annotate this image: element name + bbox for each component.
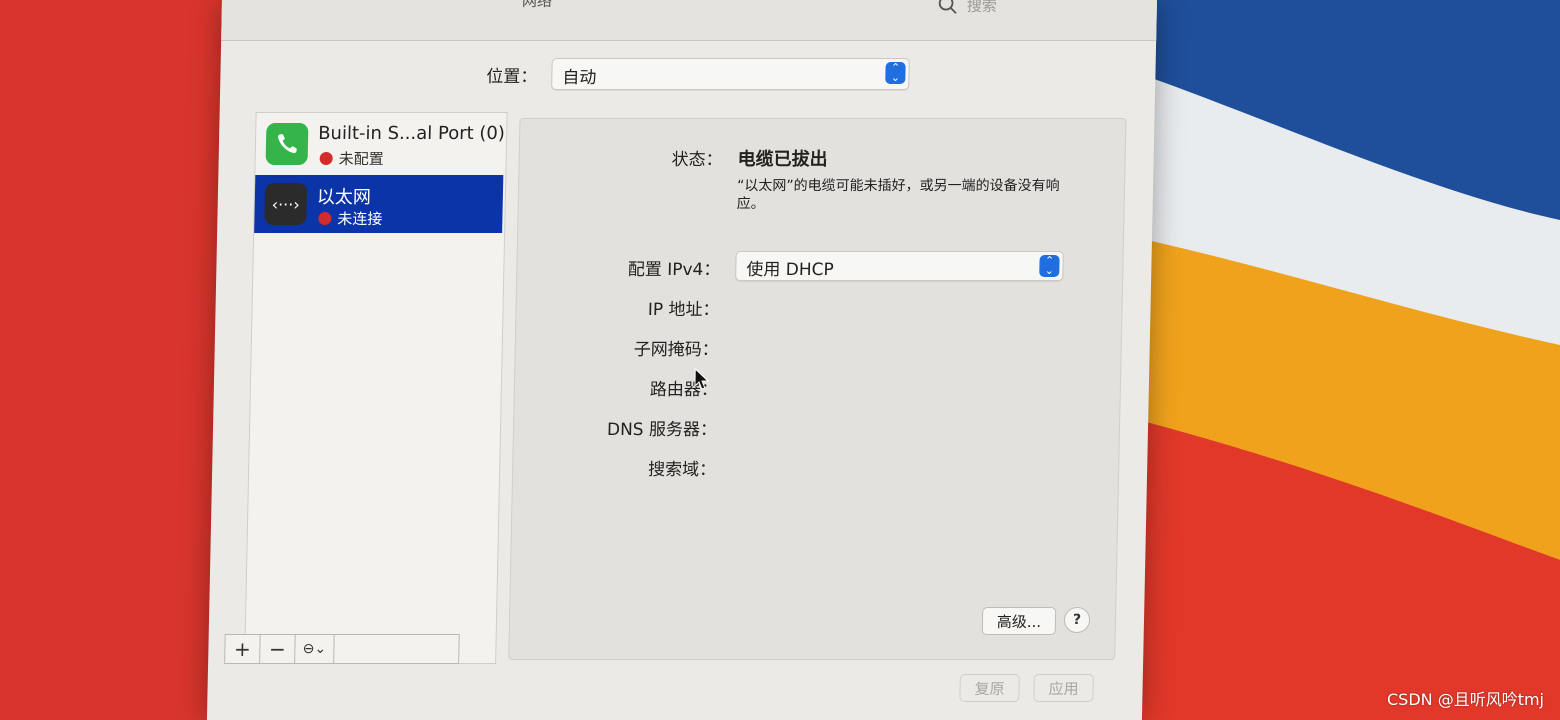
help-button[interactable]: ? xyxy=(1063,607,1091,633)
action-menu-button[interactable]: ⊖⌄ xyxy=(295,635,335,663)
service-item-serial-port[interactable]: Built-in S...al Port (0) 未配置 xyxy=(255,115,506,173)
service-item-ethernet[interactable]: ‹···› 以太网 未连接 xyxy=(254,175,504,233)
location-label: 位置： xyxy=(486,66,538,87)
service-name: 以太网 xyxy=(316,187,372,208)
location-value: 自动 xyxy=(562,68,597,88)
ethernet-icon: ‹···› xyxy=(264,183,308,225)
search-field[interactable]: 搜索 xyxy=(937,0,997,16)
ipv4-label: 配置 IPv4： xyxy=(627,260,721,280)
chevron-updown-icon: ⌃ ⌄ xyxy=(885,61,906,84)
service-name: Built-in S...al Port (0) xyxy=(317,123,506,144)
watermark-text: CSDN @且听风吟tmj xyxy=(1386,690,1544,709)
apply-button[interactable]: 应用 xyxy=(1033,674,1094,702)
service-status: 未连接 xyxy=(318,208,383,229)
status-label: 状态： xyxy=(671,150,723,170)
phone-icon xyxy=(265,123,309,165)
service-list-toolbar: + − ⊖⌄ xyxy=(224,634,460,664)
status-description: “以太网”的电缆可能未插好，或另一端的设备没有响应。 xyxy=(736,178,1060,212)
title-bar: 网络 搜索 xyxy=(221,0,1157,41)
subnet-mask-label: 子网掩码： xyxy=(633,340,719,360)
search-domain-label: 搜索域： xyxy=(647,460,717,480)
ipv4-config-value: 使用 DHCP xyxy=(746,260,834,280)
search-icon xyxy=(938,0,957,14)
add-service-button[interactable]: + xyxy=(225,635,261,663)
search-placeholder: 搜索 xyxy=(966,0,998,15)
remove-service-button[interactable]: − xyxy=(260,635,296,663)
service-status: 未配置 xyxy=(319,148,384,169)
service-list: Built-in S...al Port (0) 未配置 ‹···› 以太网 未… xyxy=(244,112,508,664)
status-dot-icon xyxy=(318,212,332,225)
detail-panel: 状态： 电缆已拔出 “以太网”的电缆可能未插好，或另一端的设备没有响应。 配置 … xyxy=(508,118,1127,660)
service-status-text: 未连接 xyxy=(337,210,383,228)
ipv4-config-select[interactable]: 使用 DHCP ⌃ ⌄ xyxy=(735,251,1064,281)
chevron-updown-icon: ⌃ ⌄ xyxy=(1039,254,1060,277)
dns-server-label: DNS 服务器： xyxy=(606,420,718,440)
location-row: 位置： 自动 ⌃ ⌄ xyxy=(486,58,910,90)
status-dot-icon xyxy=(319,152,333,165)
ip-address-label: IP 地址： xyxy=(647,300,720,320)
location-select[interactable]: 自动 ⌃ ⌄ xyxy=(551,58,910,90)
status-value: 电缆已拔出 xyxy=(737,149,828,170)
service-status-text: 未配置 xyxy=(338,150,384,168)
advanced-button[interactable]: 高级... xyxy=(981,607,1057,635)
revert-button[interactable]: 复原 xyxy=(959,674,1020,702)
window-title: 网络 xyxy=(521,0,553,10)
network-preferences-window: 网络 搜索 位置： 自动 ⌃ ⌄ Built-in S...al Port (0)… xyxy=(206,0,1157,720)
mouse-pointer-icon xyxy=(694,368,710,390)
